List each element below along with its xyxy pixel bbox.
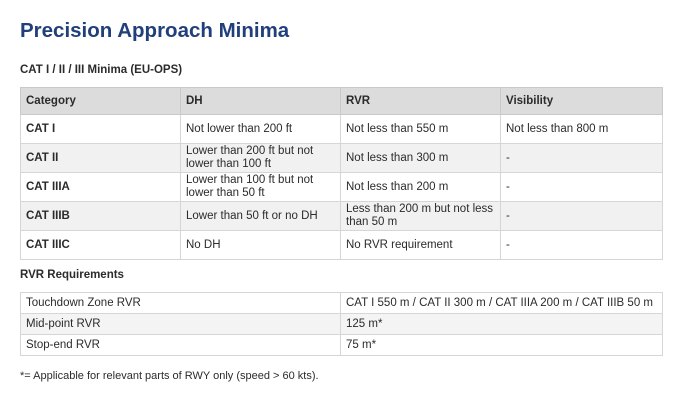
column-header-dh: DH <box>180 87 341 115</box>
table-row: CAT IIIC No DH No RVR requirement - <box>20 230 663 260</box>
visibility-cell: - <box>500 172 663 202</box>
category-cell: CAT I <box>20 114 181 144</box>
rvr-label-cell: Touchdown Zone RVR <box>20 292 341 314</box>
category-cell: CAT IIIB <box>20 201 181 231</box>
visibility-cell: Not less than 800 m <box>500 114 663 144</box>
dh-cell: Lower than 100 ft but not lower than 50 … <box>180 172 341 202</box>
rvr-cell: Less than 200 m but not less than 50 m <box>340 201 501 231</box>
dh-cell: Not lower than 200 ft <box>180 114 341 144</box>
table-row: CAT I Not lower than 200 ft Not less tha… <box>20 114 663 144</box>
visibility-cell: - <box>500 201 663 231</box>
rvr-value-cell: CAT I 550 m / CAT II 300 m / CAT IIIA 20… <box>340 292 663 314</box>
rvr-cell: Not less than 200 m <box>340 172 501 202</box>
rvr-label-cell: Stop-end RVR <box>20 334 341 356</box>
rvr-value-cell: 75 m* <box>340 334 663 356</box>
rvr-requirements-table: Touchdown Zone RVR CAT I 550 m / CAT II … <box>20 292 663 356</box>
table-row: CAT IIIB Lower than 50 ft or no DH Less … <box>20 201 663 231</box>
rvr-cell: Not less than 300 m <box>340 143 501 173</box>
table-row: Mid-point RVR 125 m* <box>20 313 663 335</box>
minima-header-row: Category DH RVR Visibility <box>20 87 663 115</box>
category-cell: CAT IIIA <box>20 172 181 202</box>
dh-cell: No DH <box>180 230 341 260</box>
table-row: CAT IIIA Lower than 100 ft but not lower… <box>20 172 663 202</box>
column-header-visibility: Visibility <box>500 87 663 115</box>
category-cell: CAT IIIC <box>20 230 181 260</box>
column-header-category: Category <box>20 87 181 115</box>
rvr-cell: Not less than 550 m <box>340 114 501 144</box>
minima-heading: CAT I / II / III Minima (EU-OPS) <box>20 64 183 76</box>
table-row: Stop-end RVR 75 m* <box>20 334 663 356</box>
rvr-cell: No RVR requirement <box>340 230 501 260</box>
rvr-label-cell: Mid-point RVR <box>20 313 341 335</box>
rvr-value-cell: 125 m* <box>340 313 663 335</box>
column-header-rvr: RVR <box>340 87 501 115</box>
minima-table: Category DH RVR Visibility CAT I Not low… <box>20 87 663 260</box>
visibility-cell: - <box>500 230 663 260</box>
category-cell: CAT II <box>20 143 181 173</box>
table-row: CAT II Lower than 200 ft but not lower t… <box>20 143 663 173</box>
page-title: Precision Approach Minima <box>20 19 290 42</box>
footnote: *= Applicable for relevant parts of RWY … <box>20 370 319 382</box>
visibility-cell: - <box>500 143 663 173</box>
dh-cell: Lower than 200 ft but not lower than 100… <box>180 143 341 173</box>
page: Precision Approach Minima CAT I / II / I… <box>0 0 690 404</box>
table-row: Touchdown Zone RVR CAT I 550 m / CAT II … <box>20 292 663 314</box>
rvr-requirements-heading: RVR Requirements <box>20 269 124 281</box>
dh-cell: Lower than 50 ft or no DH <box>180 201 341 231</box>
